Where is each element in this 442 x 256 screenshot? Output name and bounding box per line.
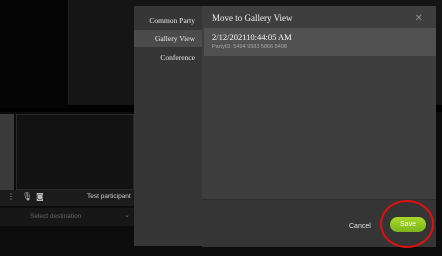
camera-off-icon[interactable]: ◙ <box>36 193 44 201</box>
sidebar-item-conference[interactable]: Conference <box>134 49 202 66</box>
party-list-item[interactable]: 2/12/202110:44:05 AM PartyID: 5494 9583 … <box>204 28 436 56</box>
chevron-down-icon[interactable]: ⌄ <box>124 211 130 219</box>
participant-tile[interactable] <box>16 114 134 190</box>
cancel-button[interactable]: Cancel <box>349 223 371 230</box>
background-top-left <box>0 0 68 108</box>
party-datetime: 2/12/202110:44:05 AM <box>212 32 292 42</box>
close-icon[interactable]: ✕ <box>415 14 423 24</box>
dialog-title: Move to Gallery View <box>212 13 293 23</box>
sidebar-item-common-party[interactable]: Common Party <box>134 12 202 29</box>
more-icon[interactable]: ⋮ <box>7 193 15 201</box>
sidebar-item-gallery-view[interactable]: Gallery View <box>134 30 202 47</box>
highlight-circle <box>380 200 434 248</box>
dialog-sidebar: Common Party Gallery View Conference <box>134 6 202 246</box>
destination-placeholder: Select destination <box>30 213 82 220</box>
mic-icon[interactable]: 🎙 <box>22 193 32 201</box>
participant-thumbnail <box>0 114 14 190</box>
participant-name: Test participant <box>87 193 131 200</box>
party-id: PartyID: 5494 9583 5866 8408 <box>212 44 287 50</box>
